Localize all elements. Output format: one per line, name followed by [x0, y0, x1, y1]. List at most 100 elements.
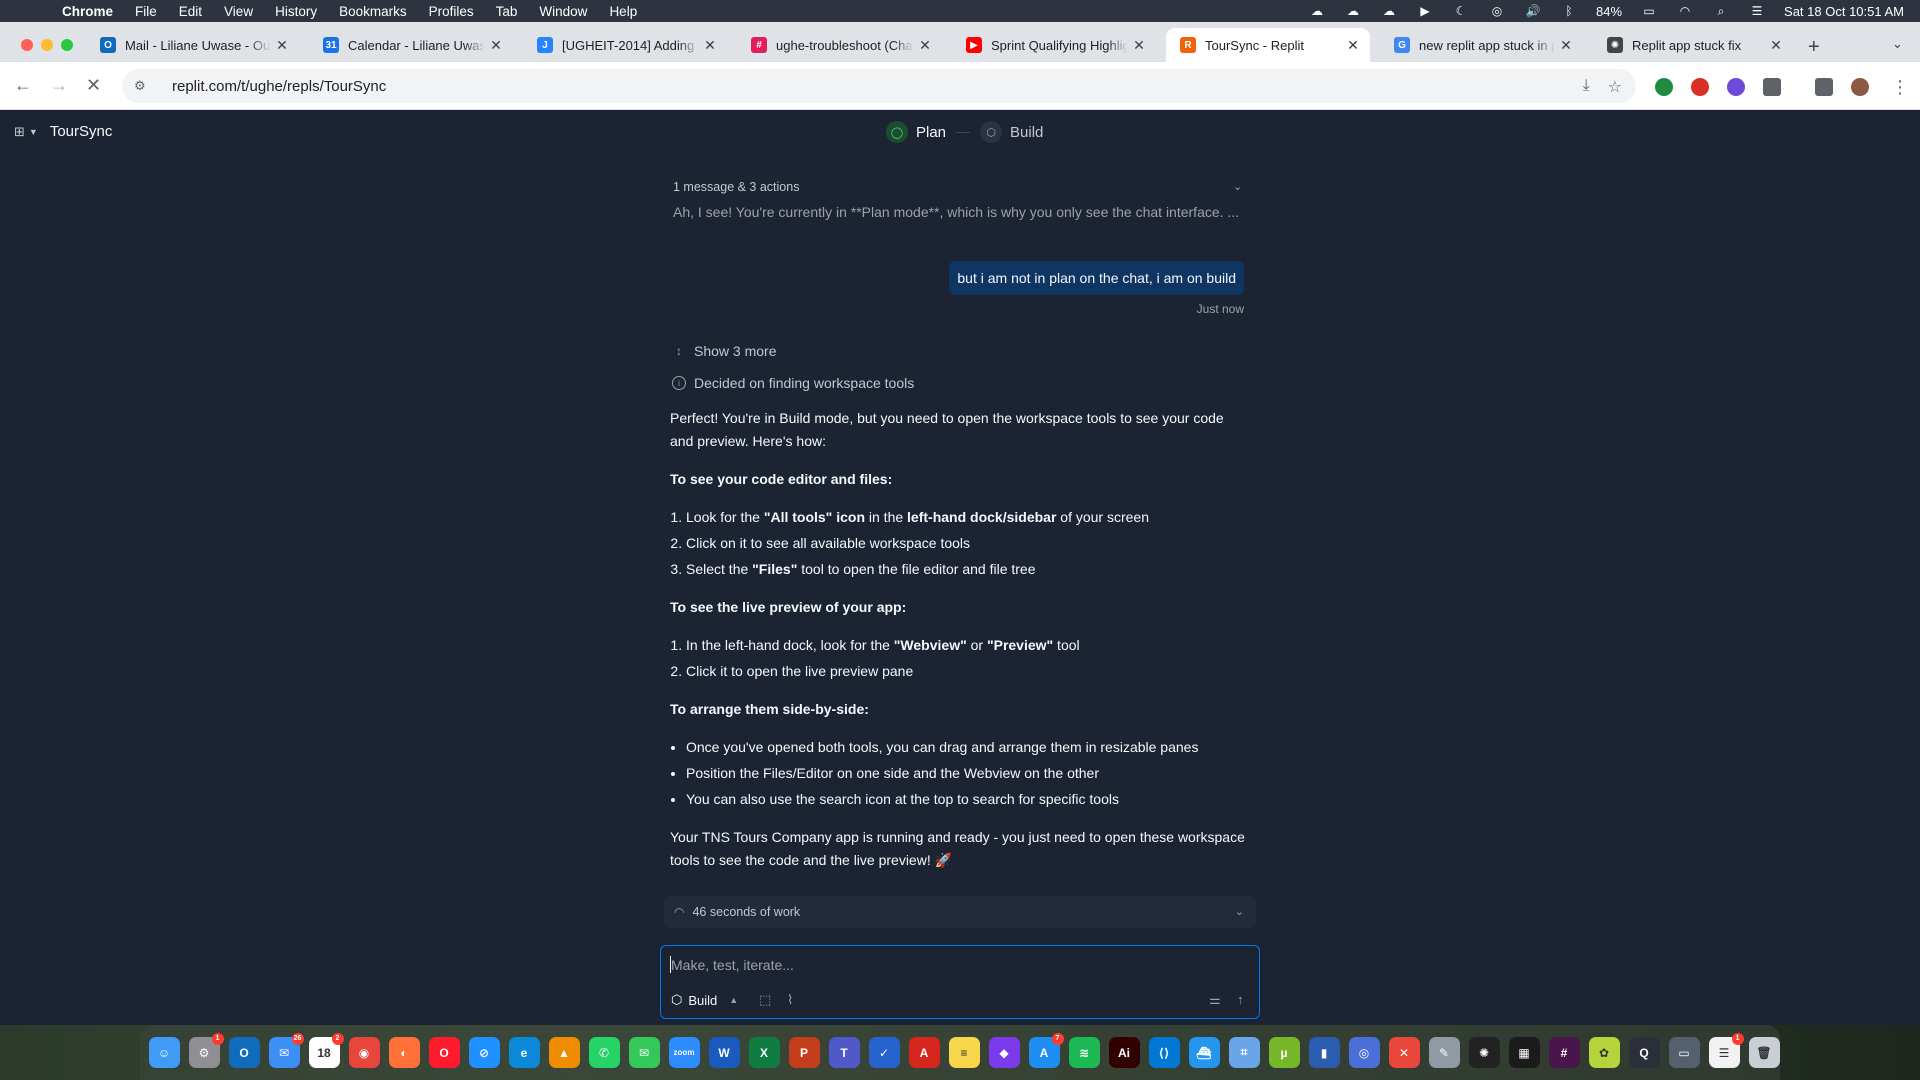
- zoom-window-button[interactable]: [61, 39, 73, 51]
- vlc-icon[interactable]: ▲: [548, 1037, 580, 1068]
- menu-bookmarks[interactable]: Bookmarks: [339, 4, 407, 19]
- project-menu[interactable]: ⊞ ▼ TourSync: [14, 123, 112, 140]
- close-tab-icon[interactable]: ✕: [271, 37, 293, 54]
- select-element-icon[interactable]: ⬚: [759, 992, 771, 1008]
- agent-decision-row[interactable]: i Decided on finding workspace tools: [672, 375, 914, 391]
- browser-tab[interactable]: # ughe-troubleshoot (Chan ✕: [737, 28, 942, 62]
- menu-file[interactable]: File: [135, 4, 157, 19]
- menu-tab[interactable]: Tab: [496, 4, 518, 19]
- cloud-icon[interactable]: ☁: [1308, 4, 1326, 18]
- close-window-button[interactable]: [21, 39, 33, 51]
- acrobat-icon[interactable]: A: [908, 1037, 940, 1068]
- close-tab-icon[interactable]: ✕: [699, 37, 721, 54]
- opera-icon[interactable]: O: [428, 1037, 460, 1068]
- volume-icon[interactable]: 🔊: [1524, 4, 1542, 18]
- todo-icon[interactable]: ✓: [868, 1037, 900, 1068]
- close-tab-icon[interactable]: ✕: [485, 37, 507, 54]
- whatsapp-icon[interactable]: ✆: [588, 1037, 620, 1068]
- word-icon[interactable]: W: [708, 1037, 740, 1068]
- chrome-icon[interactable]: ◉: [348, 1037, 380, 1068]
- xmind-icon[interactable]: ✕: [1388, 1037, 1420, 1068]
- battery-icon[interactable]: ▭: [1640, 4, 1658, 18]
- menu-edit[interactable]: Edit: [179, 4, 202, 19]
- outlook-icon[interactable]: O: [228, 1037, 260, 1068]
- system-settings-icon[interactable]: ⚙ 1: [188, 1033, 224, 1068]
- notes-icon[interactable]: ≡: [948, 1037, 980, 1068]
- mail-icon[interactable]: ✉ 26: [268, 1033, 304, 1068]
- chrome-menu-icon[interactable]: ⋮: [1891, 77, 1909, 98]
- play-icon[interactable]: ▶: [1416, 4, 1434, 18]
- forward-arrow-icon[interactable]: →: [50, 75, 68, 96]
- obsidian-icon[interactable]: ◆: [988, 1037, 1020, 1068]
- plan-mode-button[interactable]: ◯ Plan: [886, 121, 946, 143]
- docker-icon[interactable]: ⛴: [1188, 1037, 1220, 1068]
- address-bar[interactable]: ⚙ replit.com/t/ughe/repls/TourSync ⤓ ☆: [122, 69, 1636, 103]
- proxy-icon[interactable]: ◎: [1348, 1037, 1380, 1068]
- send-arrow-icon[interactable]: ↑: [1237, 992, 1244, 1007]
- edge-icon[interactable]: e: [508, 1037, 540, 1068]
- slack-icon[interactable]: #: [1548, 1037, 1580, 1068]
- moon-icon[interactable]: ☾: [1452, 4, 1470, 18]
- finder-icon[interactable]: ☺: [148, 1037, 180, 1068]
- trash-icon[interactable]: 🗑: [1748, 1037, 1780, 1068]
- adblock-extension-icon[interactable]: [1691, 78, 1709, 96]
- browser-tab[interactable]: J [UGHEIT-2014] Adding M ✕: [523, 28, 727, 62]
- close-tab-icon[interactable]: ✕: [1342, 37, 1364, 54]
- close-tab-icon[interactable]: ✕: [1128, 37, 1150, 54]
- tab-search-chevron-icon[interactable]: ⌄: [1892, 36, 1903, 52]
- settings-sliders-icon[interactable]: ⚌: [1209, 992, 1221, 1008]
- menu-profiles[interactable]: Profiles: [429, 4, 474, 19]
- menu-history[interactable]: History: [275, 4, 317, 19]
- collapsed-summary-heading[interactable]: 1 message & 3 actions: [673, 180, 1253, 194]
- safari-icon[interactable]: ⊘: [468, 1037, 500, 1068]
- app-store-icon[interactable]: A7: [1028, 1033, 1064, 1068]
- cloud-sync-icon[interactable]: ☁: [1344, 4, 1362, 18]
- show-more-actions-button[interactable]: ↕ Show 3 more: [672, 343, 776, 359]
- extension-purple-icon[interactable]: [1727, 78, 1745, 96]
- cloud-alt-icon[interactable]: ☁: [1380, 4, 1398, 18]
- back-arrow-icon[interactable]: ←: [14, 75, 32, 96]
- reminders-icon[interactable]: ☰ 1: [1708, 1033, 1744, 1068]
- game-icon[interactable]: ✿: [1588, 1037, 1620, 1068]
- excel-icon[interactable]: X: [748, 1037, 780, 1068]
- url-text[interactable]: replit.com/t/ughe/repls/TourSync: [172, 78, 386, 95]
- browser-tab[interactable]: O Mail - Liliane Uwase - Outlook✕: [86, 28, 299, 62]
- close-tab-icon[interactable]: ✕: [1555, 37, 1577, 54]
- profile-avatar[interactable]: [1851, 78, 1869, 96]
- bookmark-star-icon[interactable]: ☆: [1608, 77, 1622, 97]
- grammarly-extension-icon[interactable]: [1655, 78, 1673, 96]
- screen-icon[interactable]: ▭: [1668, 1037, 1700, 1068]
- work-duration-bar[interactable]: ◠ 46 seconds of work ⌄: [664, 896, 1256, 928]
- minimize-window-button[interactable]: [41, 39, 53, 51]
- network-icon[interactable]: ⌗: [1228, 1037, 1260, 1068]
- bluetooth-icon[interactable]: ᛒ: [1560, 4, 1578, 18]
- teams-icon[interactable]: T: [828, 1037, 860, 1068]
- expand-chevron-icon[interactable]: ⌄: [1233, 180, 1242, 193]
- stop-loading-icon[interactable]: ✕: [86, 75, 101, 96]
- menu-window[interactable]: Window: [539, 4, 587, 19]
- grid-app-icon[interactable]: ▦: [1508, 1037, 1540, 1068]
- composer-input[interactable]: [671, 954, 1241, 976]
- new-tab-icon[interactable]: +: [1808, 36, 1820, 59]
- chatgpt-icon[interactable]: ✺: [1468, 1037, 1500, 1068]
- spotify-icon[interactable]: ≋: [1068, 1037, 1100, 1068]
- reading-list-icon[interactable]: [1815, 78, 1833, 96]
- messages-icon[interactable]: ✉: [628, 1037, 660, 1068]
- calendar-icon[interactable]: 18 2: [308, 1033, 344, 1068]
- browser-tab[interactable]: 31 Calendar - Liliane Uwase ✕: [309, 28, 513, 62]
- menu-app-name[interactable]: Chrome: [62, 4, 113, 19]
- illustrator-icon[interactable]: Ai: [1108, 1037, 1140, 1068]
- zoom-icon[interactable]: zoom: [668, 1037, 700, 1068]
- build-mode-button[interactable]: ⬡ Build: [980, 121, 1043, 143]
- install-app-icon[interactable]: ⤓: [1583, 77, 1590, 97]
- pen-icon[interactable]: ✎: [1428, 1037, 1460, 1068]
- control-center-icon[interactable]: ☰: [1748, 4, 1766, 18]
- clock[interactable]: Sat 18 Oct 10:51 AM: [1784, 4, 1904, 19]
- browser-tab[interactable]: ✺ Replit app stuck fix ✕: [1593, 28, 1793, 62]
- close-tab-icon[interactable]: ✕: [914, 37, 936, 54]
- extensions-puzzle-icon[interactable]: [1763, 78, 1781, 96]
- close-tab-icon[interactable]: ✕: [1765, 37, 1787, 54]
- browser-tab[interactable]: Gnew replit app stuck in pl ✕: [1380, 28, 1583, 62]
- quicktime-icon[interactable]: Q: [1628, 1037, 1660, 1068]
- powerpoint-icon[interactable]: P: [788, 1037, 820, 1068]
